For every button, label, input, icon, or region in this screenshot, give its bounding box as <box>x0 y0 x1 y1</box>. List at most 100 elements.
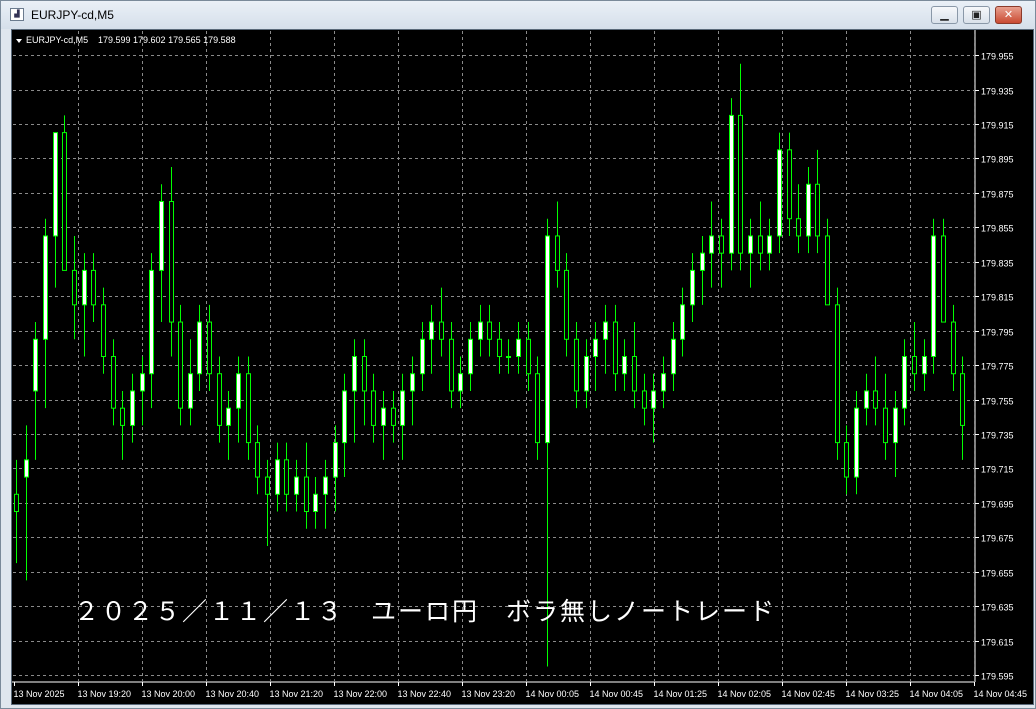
candle-body-bear <box>564 269 569 340</box>
x-tick-label: 13 Nov 19:20 <box>78 689 132 699</box>
candle-body-bull <box>854 407 859 478</box>
candle-body-bull <box>671 338 676 375</box>
candle-body-bull <box>197 321 202 375</box>
candle-body-bear <box>883 407 888 444</box>
candle-body-bull <box>922 356 927 375</box>
y-tick-label: 179.835 <box>981 259 1014 269</box>
candle-body-bear <box>178 321 183 409</box>
y-tick-label: 179.895 <box>981 155 1014 165</box>
candle-body-bull <box>767 235 772 254</box>
candle-body-bear <box>362 356 367 392</box>
y-tick-label: 179.855 <box>981 224 1014 234</box>
x-tick-label: 13 Nov 22:00 <box>334 689 388 699</box>
close-button[interactable]: ✕ <box>995 6 1022 24</box>
candle-body-bear <box>787 149 792 220</box>
candle-body-bear <box>613 321 618 375</box>
candle-body-bear <box>246 373 251 444</box>
candle-body-bear <box>835 304 840 444</box>
candle-body-bull <box>729 114 734 254</box>
candle-body-bear <box>169 201 174 323</box>
candle-body-bear <box>217 373 222 426</box>
candle-body-bull <box>651 390 656 409</box>
candle-body-bull <box>400 390 405 426</box>
candle-body-bear <box>371 390 376 426</box>
candle-body-bull <box>661 373 666 392</box>
candle-body-bull <box>458 373 463 392</box>
chart-area[interactable]: 179.955 179.935 179.915 179.895 179.875 179.8… <box>11 29 1034 705</box>
candle-body-bear <box>796 218 801 237</box>
candle-body-bull <box>226 407 231 426</box>
x-tick-label: 14 Nov 00:45 <box>590 689 644 699</box>
window-title: EURJPY-cd,M5 <box>31 8 114 22</box>
candle-body-bear <box>632 356 637 392</box>
candle-body-bull <box>294 476 299 495</box>
x-tick-label: 14 Nov 00:05 <box>526 689 580 699</box>
candle-body-bull <box>429 321 434 340</box>
y-tick-label: 179.795 <box>981 328 1014 338</box>
candle-body-bull <box>593 338 598 357</box>
candle-body-bull <box>43 235 48 340</box>
candle-body-bear <box>951 321 956 375</box>
chart-icon: ▟ <box>10 8 24 21</box>
candle-body-bull <box>709 235 714 254</box>
candle-body-bull <box>275 459 280 495</box>
y-tick-label: 179.955 <box>981 52 1014 62</box>
candle-body-bull <box>690 269 695 306</box>
candle-body-bear <box>62 132 67 271</box>
candle-body-bull <box>622 356 627 375</box>
x-tick-label: 14 Nov 04:45 <box>974 689 1028 699</box>
title-bar[interactable]: ▟ EURJPY-cd,M5 ▁ ▣ ✕ <box>1 1 1035 29</box>
candle-body-bear <box>449 338 454 392</box>
candle-body-bear <box>574 338 579 392</box>
x-tick-label: 14 Nov 03:25 <box>846 689 900 699</box>
candle-body-bull <box>333 442 338 478</box>
x-tick-label: 14 Nov 01:25 <box>654 689 708 699</box>
minimize-button[interactable]: ▁ <box>931 6 958 24</box>
candle-body-bull <box>700 252 705 271</box>
x-tick-label: 14 Nov 02:05 <box>718 689 772 699</box>
candle-body-bear <box>391 407 396 426</box>
candle-body-bear <box>497 338 502 357</box>
candle-body-bull <box>53 132 58 237</box>
candle-body-bull <box>188 373 193 409</box>
x-tick-label: 14 Nov 02:45 <box>782 689 836 699</box>
candle-body-bear <box>91 269 96 306</box>
header-dropdown-icon <box>16 39 22 43</box>
y-tick-label: 179.815 <box>981 293 1014 303</box>
y-tick-label: 179.875 <box>981 190 1014 200</box>
y-tick-label: 179.615 <box>981 638 1014 648</box>
candle-body-bull <box>748 235 753 254</box>
chart-ohlc-values: 179.599 179.602 179.565 179.588 <box>98 35 236 45</box>
y-tick-label: 179.595 <box>981 672 1014 682</box>
candle-body-bear <box>912 356 917 375</box>
x-tick-label: 13 Nov 2025 <box>14 689 65 699</box>
candle-body-bear <box>207 321 212 375</box>
y-tick-label: 179.915 <box>981 121 1014 131</box>
candle-body-bull <box>680 304 685 340</box>
candle-body-bear <box>758 235 763 254</box>
candle-body-bear <box>487 321 492 340</box>
candle-body-bull <box>140 373 145 392</box>
candle-body-bear <box>719 235 724 254</box>
candle-body-bull <box>468 338 473 375</box>
candlestick-chart[interactable]: 179.955 179.935 179.915 179.895 179.875 179.8… <box>12 30 1033 704</box>
y-tick-label: 179.635 <box>981 603 1014 613</box>
candle-body-bear <box>960 373 965 426</box>
x-tick-label: 13 Nov 20:00 <box>142 689 196 699</box>
candle-body-bear <box>555 235 560 271</box>
candle-body-bull <box>603 321 608 340</box>
x-tick-label: 13 Nov 21:20 <box>270 689 324 699</box>
candle-body-bear <box>304 476 309 512</box>
candle-body-bull <box>420 338 425 375</box>
y-tick-label: 179.675 <box>981 534 1014 544</box>
candle-body-bull <box>478 321 483 340</box>
candle-body-bear <box>815 183 820 237</box>
candle-body-bull <box>545 235 550 444</box>
candle-body-bull <box>149 269 154 375</box>
y-tick-label: 179.715 <box>981 465 1014 475</box>
y-tick-label: 179.935 <box>981 87 1014 97</box>
candle-body-bull <box>130 390 135 426</box>
overlay-note-text: ２０２５／１１／１３ ユーロ円 ボラ無しノートレード <box>74 597 776 626</box>
y-tick-label: 179.775 <box>981 362 1014 372</box>
maximize-button[interactable]: ▣ <box>963 6 990 24</box>
